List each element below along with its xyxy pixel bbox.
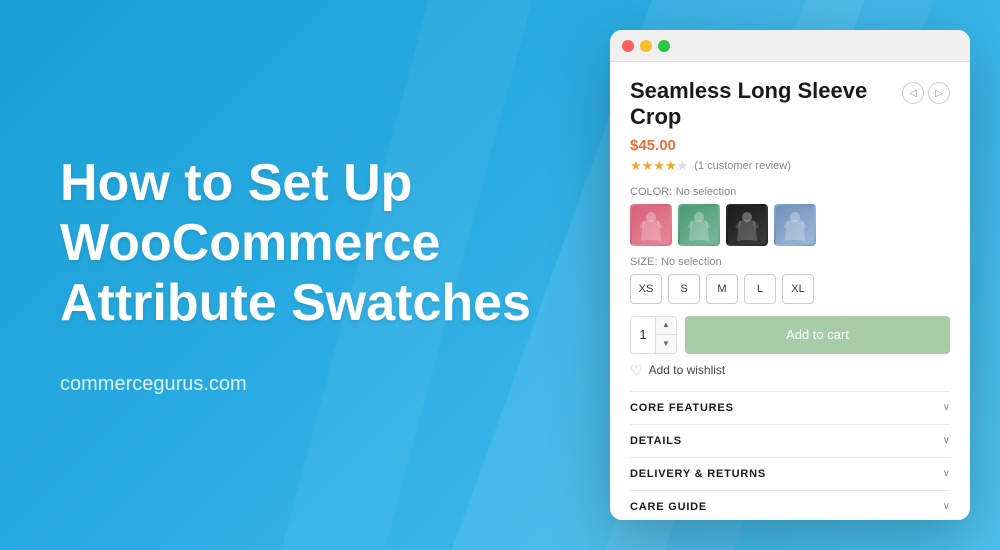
clothing-icon-blue (781, 207, 809, 243)
quantity-down[interactable]: ▼ (656, 335, 676, 353)
accordion-label-care: CARE GUIDE (630, 501, 707, 513)
size-xs[interactable]: XS (630, 274, 662, 304)
wishlist-link[interactable]: Add to wishlist (649, 363, 726, 377)
color-swatches (630, 204, 950, 246)
traffic-light-green[interactable] (658, 40, 670, 52)
prev-arrow[interactable]: ◁ (902, 82, 924, 104)
accordion-label-delivery: DELIVERY & RETURNS (630, 468, 766, 480)
color-label: COLOR: No selection (630, 186, 950, 198)
wishlist-row: ♡ Add to wishlist (630, 362, 950, 379)
chevron-down-icon-3: ∨ (943, 468, 950, 479)
background: How to Set Up WooCommerce Attribute Swat… (0, 0, 1000, 550)
size-swatches: XS S M L XL (630, 274, 950, 304)
color-section: COLOR: No selection (630, 186, 950, 246)
swatch-inner-blue (776, 206, 814, 244)
quantity-value: 1 (631, 327, 655, 342)
clothing-icon-dark (733, 207, 761, 243)
quantity-control: 1 ▲ ▼ (630, 316, 677, 354)
accordion-delivery[interactable]: DELIVERY & RETURNS ∨ (630, 457, 950, 490)
heart-icon: ♡ (630, 362, 643, 379)
browser-window: Seamless Long Sleeve Crop ◁ ▷ $45.00 ★★★… (610, 30, 970, 520)
product-header: Seamless Long Sleeve Crop ◁ ▷ (630, 78, 950, 131)
color-swatch-green[interactable] (678, 204, 720, 246)
domain-text: commercegurus.com (60, 373, 540, 396)
traffic-light-red[interactable] (622, 40, 634, 52)
traffic-light-yellow[interactable] (640, 40, 652, 52)
browser-content: Seamless Long Sleeve Crop ◁ ▷ $45.00 ★★★… (610, 62, 970, 520)
chevron-down-icon-1: ∨ (943, 402, 950, 413)
color-swatch-blue[interactable] (774, 204, 816, 246)
accordion-care-guide[interactable]: CARE GUIDE ∨ (630, 490, 950, 520)
accordion-label-details: DETAILS (630, 435, 682, 447)
swatch-inner-dark (728, 206, 766, 244)
size-no-selection: No selection (661, 256, 722, 268)
swatch-inner-green (680, 206, 718, 244)
clothing-icon-pink (637, 207, 665, 243)
nav-arrows: ◁ ▷ (902, 82, 950, 104)
size-section: SIZE: No selection XS S M L XL (630, 256, 950, 304)
add-to-cart-button[interactable]: Add to cart (685, 316, 950, 354)
left-content: How to Set Up WooCommerce Attribute Swat… (60, 154, 540, 396)
color-swatch-dark[interactable] (726, 204, 768, 246)
product-price: $45.00 (630, 137, 950, 154)
size-m[interactable]: M (706, 274, 738, 304)
product-title: Seamless Long Sleeve Crop (630, 78, 890, 131)
accordion-details[interactable]: DETAILS ∨ (630, 424, 950, 457)
color-swatch-pink[interactable] (630, 204, 672, 246)
accordion: CORE FEATURES ∨ DETAILS ∨ DELIVERY & RET… (630, 391, 950, 520)
chevron-down-icon-2: ∨ (943, 435, 950, 446)
size-l[interactable]: L (744, 274, 776, 304)
main-title: How to Set Up WooCommerce Attribute Swat… (60, 154, 540, 333)
next-arrow[interactable]: ▷ (928, 82, 950, 104)
product-rating: ★★★★★ (1 customer review) (630, 158, 950, 174)
swatch-inner-pink (632, 206, 670, 244)
accordion-label-core-features: CORE FEATURES (630, 402, 734, 414)
color-no-selection: No selection (676, 186, 737, 198)
accordion-core-features[interactable]: CORE FEATURES ∨ (630, 391, 950, 424)
chevron-down-icon-4: ∨ (943, 501, 950, 512)
quantity-arrows: ▲ ▼ (655, 317, 676, 353)
browser-titlebar (610, 30, 970, 62)
size-xl[interactable]: XL (782, 274, 814, 304)
size-label: SIZE: No selection (630, 256, 950, 268)
review-count: (1 customer review) (694, 160, 791, 172)
quantity-up[interactable]: ▲ (656, 317, 676, 335)
add-to-cart-row: 1 ▲ ▼ Add to cart (630, 316, 950, 354)
clothing-icon-green (685, 207, 713, 243)
size-s[interactable]: S (668, 274, 700, 304)
star-rating: ★★★★★ (630, 158, 688, 174)
